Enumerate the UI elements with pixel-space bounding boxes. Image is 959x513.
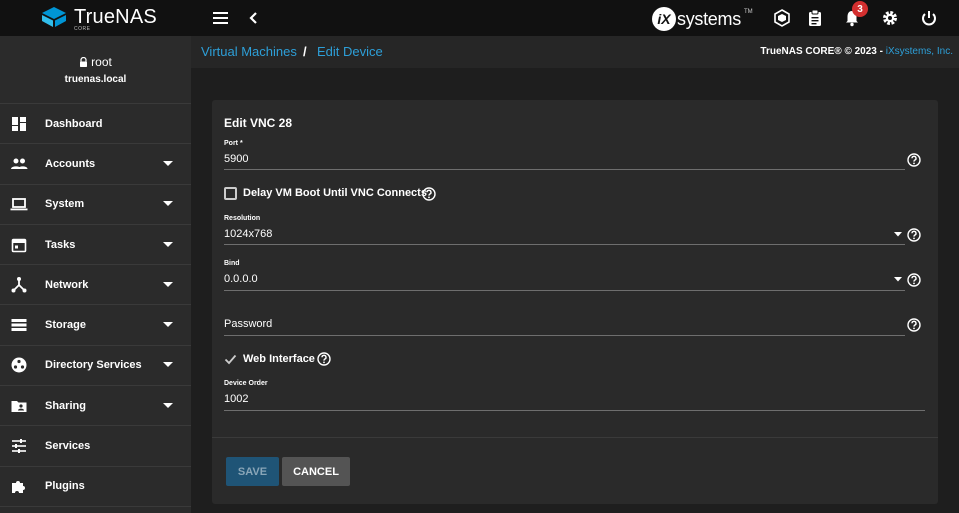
tune-icon [12,439,26,454]
breadcrumb-edit-device[interactable]: Edit Device [317,44,383,59]
device-order-input[interactable]: 1002 [224,393,248,405]
copyright: TrueNAS CORE® © 2023 - iXsystems, Inc. [760,46,953,57]
sidebar-item-plugins[interactable]: Plugins [0,467,191,507]
web-interface-checkbox[interactable] [224,353,237,366]
clipboard-icon[interactable] [806,9,824,27]
top-bar: TrueNAS CORE iX systems TM 3 [0,0,959,36]
notification-badge: 3 [852,1,868,17]
sidebar-item-accounts[interactable]: Accounts [0,144,191,185]
password-underline [224,335,905,336]
breadcrumb: Virtual Machines / Edit Device TrueNAS C… [191,36,959,68]
chevron-left-icon[interactable] [246,9,260,27]
copyright-text: TrueNAS CORE® © 2023 - [760,46,886,57]
caret-down-icon[interactable] [894,277,902,282]
web-interface-label: Web Interface [243,353,315,365]
ix-mark: iX [652,7,676,31]
device-order-label: Device Order [224,380,268,387]
edit-device-card: Edit VNC 28 Port * 5900 Delay VM Boot Un… [212,100,938,504]
sidebar: root truenas.local Dashboard Accounts Sy… [0,36,191,513]
username: root [91,54,112,69]
sidebar-item-label: Storage [45,319,86,332]
ixsystems-link[interactable]: iXsystems, Inc. [886,46,953,57]
cancel-button[interactable]: CANCEL [282,457,350,486]
truecommand-icon[interactable] [773,9,791,27]
resolution-underline [224,244,905,245]
bind-underline [224,290,905,291]
caret-down-icon [163,322,173,328]
sidebar-item-network[interactable]: Network [0,265,191,306]
lock-icon [80,56,88,67]
brand-sub: CORE [74,26,91,32]
dashboard-icon [12,116,26,131]
sidebar-item-dashboard[interactable]: Dashboard [0,104,191,145]
help-icon[interactable] [317,352,331,366]
sidebar-item-system[interactable]: System [0,185,191,225]
help-icon[interactable] [907,153,921,167]
sidebar-item-services[interactable]: Services [0,426,191,467]
caret-down-icon[interactable] [894,232,902,237]
caret-down-icon [163,160,173,166]
brand-name: TrueNAS [74,6,157,28]
ixsystems-logo: iX systems TM [652,7,753,31]
sidebar-item-sharing[interactable]: Sharing [0,386,191,427]
save-button[interactable]: SAVE [226,457,279,486]
password-input[interactable]: Password [224,318,272,330]
sidebar-item-label: Services [45,440,91,453]
caret-down-icon [163,281,173,287]
directory-icon [11,357,27,373]
sidebar-item-directory-services[interactable]: Directory Services [0,346,191,387]
sidebar-item-label: Tasks [45,238,76,251]
bind-label: Bind [224,260,240,267]
help-icon[interactable] [907,228,921,242]
sidebar-item-label: Plugins [45,480,85,493]
form-title: Edit VNC 28 [224,116,293,130]
sidebar-item-label: Directory Services [45,359,142,372]
caret-down-icon [163,362,173,368]
caret-down-icon [163,402,173,408]
divider [212,437,938,438]
help-icon[interactable] [422,187,436,201]
sidebar-item-storage[interactable]: Storage [0,305,191,346]
sidebar-item-label: Dashboard [45,117,103,130]
power-icon[interactable] [920,9,938,27]
sidebar-item-tasks[interactable]: Tasks [0,225,191,266]
delay-boot-label: Delay VM Boot Until VNC Connects [243,187,427,199]
sidebar-item-label: System [45,198,85,211]
help-icon[interactable] [907,318,921,332]
calendar-icon [11,238,27,252]
menu-toggle-button[interactable] [213,12,228,24]
people-icon [11,158,28,169]
folder-shared-icon [11,400,27,412]
ix-name: systems [677,8,741,29]
breadcrumb-separator: / [303,44,307,59]
port-underline [224,169,905,170]
resolution-label: Resolution [224,215,261,222]
port-input[interactable]: 5900 [224,153,248,165]
ix-trademark: TM [744,9,753,15]
puzzle-icon [12,481,25,494]
sidebar-item-label: Accounts [45,157,96,170]
network-icon [11,276,27,293]
truenas-logo-icon [42,7,66,27]
truenas-logo[interactable]: TrueNAS [40,5,157,29]
user-info: root truenas.local [0,36,191,104]
port-label: Port * [224,140,243,147]
help-icon[interactable] [907,273,921,287]
caret-down-icon [163,241,173,247]
resolution-select[interactable]: 1024x768 [224,228,272,240]
hostname: truenas.local [64,73,127,85]
device-order-underline [224,410,925,411]
caret-down-icon [163,201,173,207]
storage-icon [11,319,27,332]
breadcrumb-virtual-machines[interactable]: Virtual Machines [201,44,297,59]
gear-icon[interactable] [881,9,899,27]
bind-select[interactable]: 0.0.0.0 [224,273,258,285]
sidebar-item-label: Sharing [45,399,86,412]
laptop-icon [10,198,28,211]
delay-boot-checkbox[interactable] [224,187,237,200]
sidebar-item-label: Network [45,278,89,291]
